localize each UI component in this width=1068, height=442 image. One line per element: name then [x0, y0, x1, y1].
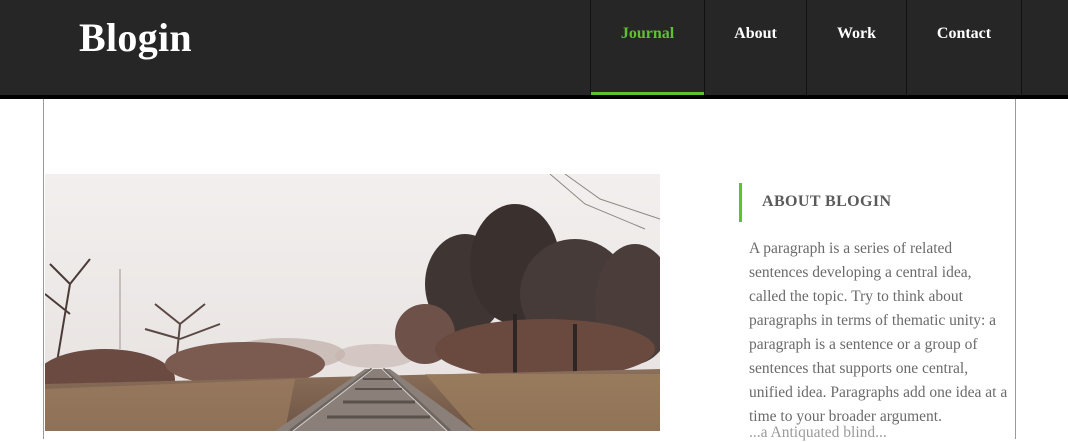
widget-paragraph: A paragraph is a series of related sente…: [749, 240, 1008, 425]
widget-title: ABOUT BLOGIN: [762, 193, 892, 210]
widget-paragraph-cutoff: ...a Antiquated blind...: [749, 424, 887, 441]
nav-item-contact[interactable]: Contact: [906, 0, 1022, 95]
nav-item-work[interactable]: Work: [806, 0, 906, 95]
widget-accent-bar: [739, 183, 742, 222]
railway-photo: [45, 174, 660, 431]
nav-item-label: Work: [836, 25, 877, 42]
hero-image[interactable]: [45, 174, 660, 431]
nav-item-label: About: [734, 25, 777, 42]
nav-item-journal[interactable]: Journal: [590, 0, 704, 98]
main-nav: Journal About Work Contact: [590, 0, 1022, 98]
nav-item-about[interactable]: About: [704, 0, 806, 95]
site-header: Blogin Journal About Work Contact: [0, 0, 1068, 98]
nav-item-label: Journal: [620, 25, 675, 42]
nav-item-label: Contact: [936, 25, 992, 42]
site-logo[interactable]: Blogin: [79, 14, 192, 62]
